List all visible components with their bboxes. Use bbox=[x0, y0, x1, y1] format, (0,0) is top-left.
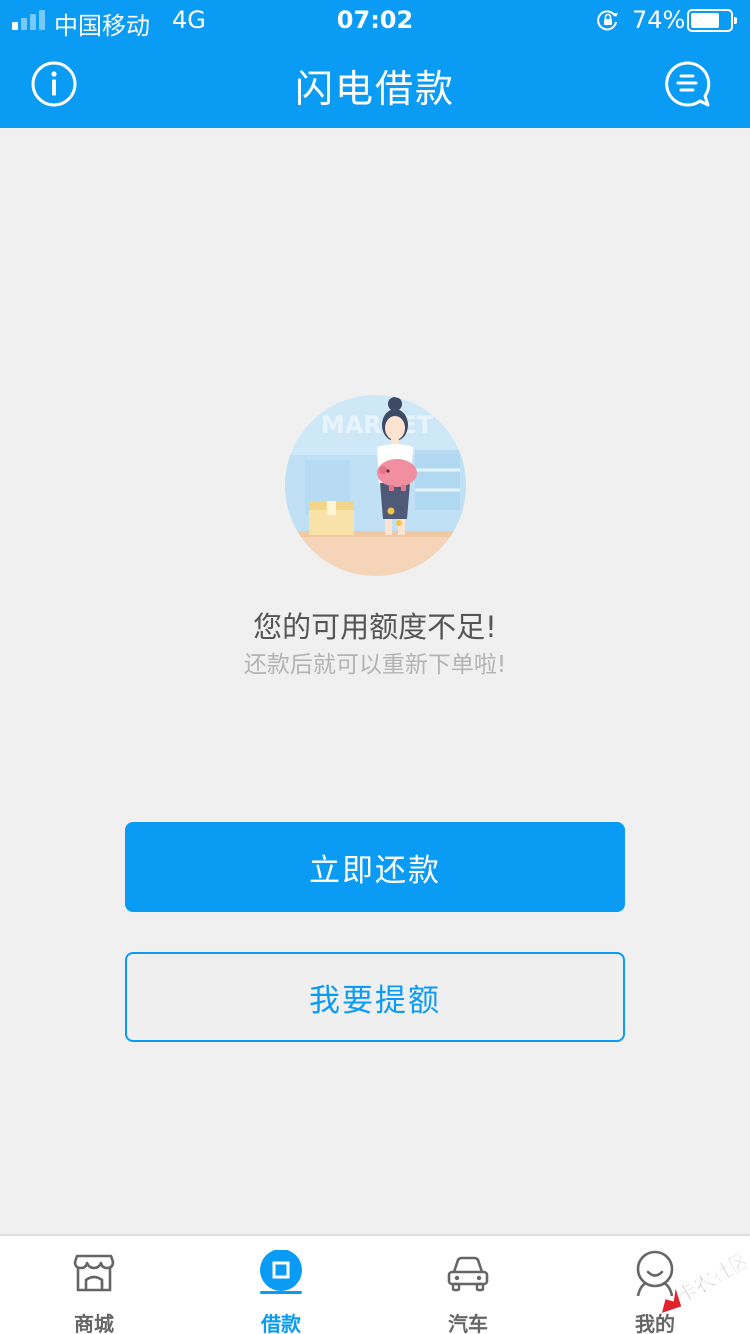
store-icon bbox=[73, 1254, 115, 1292]
raise-limit-button[interactable]: 我要提额 bbox=[125, 952, 625, 1042]
page-title: 闪电借款 bbox=[294, 67, 455, 111]
tab-label: 借款 bbox=[261, 1312, 301, 1334]
empty-state-illustration: MARKET bbox=[285, 395, 466, 576]
tab-label: 汽车 bbox=[448, 1312, 488, 1334]
repay-now-button[interactable]: 立即还款 bbox=[125, 822, 625, 912]
tab-label: 商城 bbox=[74, 1312, 114, 1334]
battery-icon bbox=[687, 9, 737, 32]
watermark-text: 卡农社区 bbox=[672, 1247, 746, 1308]
status-bar: 中国移动 4G 07:02 74% bbox=[0, 0, 750, 40]
car-icon bbox=[447, 1256, 489, 1292]
battery-percent: 74% bbox=[632, 6, 686, 34]
market-sign: MARKET bbox=[321, 411, 434, 439]
chat-bubble-icon[interactable] bbox=[664, 60, 712, 108]
bottom-tab-bar: 商城 借款 汽车 我的 bbox=[0, 1234, 750, 1334]
tab-car[interactable]: 汽车 bbox=[374, 1236, 562, 1334]
top-bar: 中国移动 4G 07:02 74% 闪电借款 bbox=[0, 0, 750, 128]
empty-state-subtitle: 还款后就可以重新下单啦! bbox=[243, 652, 507, 678]
loan-icon bbox=[260, 1250, 302, 1294]
community-watermark: 卡农社区 bbox=[661, 1247, 746, 1313]
empty-state-title: 您的可用额度不足! bbox=[253, 610, 497, 644]
tab-loan[interactable]: 借款 bbox=[187, 1236, 375, 1334]
tab-store[interactable]: 商城 bbox=[0, 1236, 188, 1334]
rotation-lock-icon bbox=[597, 10, 618, 31]
